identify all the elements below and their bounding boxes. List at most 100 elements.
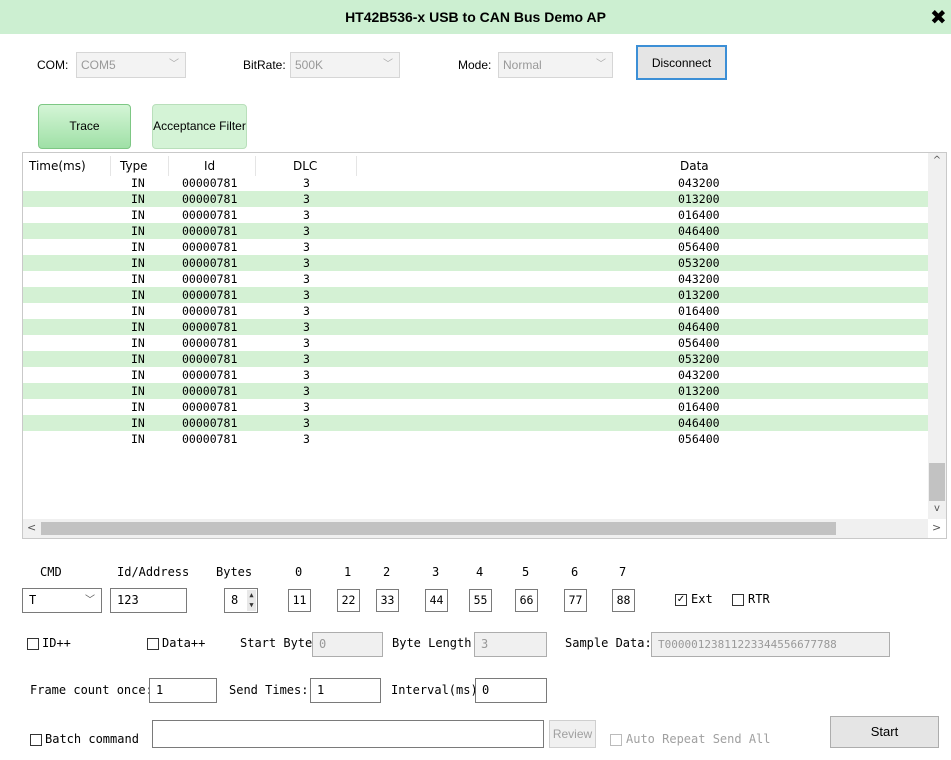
frame-count-input[interactable]: 1 (149, 678, 217, 703)
byte-length-input[interactable]: 3 (474, 632, 547, 657)
review-button[interactable]: Review (549, 720, 596, 748)
cell-dlc: 3 (303, 288, 310, 302)
bitrate-select[interactable]: 500K ﹀ (290, 52, 400, 78)
send-times-input[interactable]: 1 (310, 678, 381, 703)
table-row[interactable]: IN 00000781 3 013200 (23, 191, 928, 207)
cell-id: 00000781 (182, 272, 238, 286)
close-icon[interactable]: ✖ (930, 7, 947, 27)
table-row[interactable]: IN 00000781 3 016400 (23, 303, 928, 319)
table-row[interactable]: IN 00000781 3 056400 (23, 335, 928, 351)
cell-type: IN (131, 288, 145, 302)
rtr-label: RTR (748, 592, 770, 606)
cell-type: IN (131, 272, 145, 286)
cell-dlc: 3 (303, 400, 310, 414)
id-increment-checkbox[interactable] (27, 638, 39, 650)
table-row[interactable]: IN 00000781 3 043200 (23, 175, 928, 191)
cmd-label: CMD (40, 565, 62, 579)
byte-input-4[interactable]: 55 (469, 589, 492, 612)
vertical-scroll-thumb[interactable] (929, 463, 945, 501)
ext-checkbox[interactable]: ✓ (675, 594, 687, 606)
cell-type: IN (131, 192, 145, 206)
com-select[interactable]: COM5 ﹀ (76, 52, 186, 78)
send-times-label: Send Times: (229, 683, 309, 697)
chevron-down-icon: ﹀ (383, 59, 393, 70)
cell-id: 00000781 (182, 384, 238, 398)
mode-value: Normal (503, 58, 542, 72)
rtr-checkbox[interactable] (732, 594, 744, 606)
interval-label: Interval(ms): (391, 683, 485, 697)
vertical-scrollbar[interactable]: ^ v (928, 153, 946, 519)
cell-id: 00000781 (182, 176, 238, 190)
cmd-select[interactable]: T ﹀ (22, 588, 102, 613)
cell-dlc: 3 (303, 208, 310, 222)
cell-id: 00000781 (182, 400, 238, 414)
byte-input-0[interactable]: 11 (288, 589, 311, 612)
scroll-left-icon[interactable]: < (27, 521, 36, 534)
cell-id: 00000781 (182, 336, 238, 350)
table-row[interactable]: IN 00000781 3 013200 (23, 287, 928, 303)
table-row[interactable]: IN 00000781 3 056400 (23, 239, 928, 255)
tab-trace[interactable]: Trace (38, 104, 131, 149)
byte-input-7[interactable]: 88 (612, 589, 635, 612)
chevron-down-icon: ﹀ (169, 59, 179, 70)
id-address-input[interactable]: 123 (110, 588, 187, 613)
auto-repeat-checkbox[interactable] (610, 734, 622, 746)
horizontal-scrollbar[interactable]: < (23, 519, 928, 538)
spinner-arrows-icon[interactable]: ▲ ▼ (247, 590, 256, 611)
cell-type: IN (131, 432, 145, 446)
cell-id: 00000781 (182, 240, 238, 254)
byte-header-5: 5 (522, 565, 530, 579)
horizontal-scroll-thumb[interactable] (41, 522, 836, 535)
cell-id: 00000781 (182, 288, 238, 302)
disconnect-button[interactable]: Disconnect (636, 45, 727, 80)
cell-dlc: 3 (303, 224, 310, 238)
byte-input-3[interactable]: 44 (425, 589, 448, 612)
table-row[interactable]: IN 00000781 3 046400 (23, 319, 928, 335)
bytes-stepper[interactable]: 8 ▲ ▼ (224, 588, 258, 613)
cell-id: 00000781 (182, 304, 238, 318)
table-row[interactable]: IN 00000781 3 043200 (23, 367, 928, 383)
byte-input-1[interactable]: 22 (337, 589, 360, 612)
cell-id: 00000781 (182, 352, 238, 366)
cell-type: IN (131, 208, 145, 222)
cell-dlc: 3 (303, 240, 310, 254)
cell-id: 00000781 (182, 256, 238, 270)
table-row[interactable]: IN 00000781 3 053200 (23, 351, 928, 367)
interval-input[interactable]: 0 (475, 678, 547, 703)
trace-table[interactable]: Time(ms) Type Id DLC Data IN 00000781 3 043… (22, 152, 947, 539)
scroll-right-icon[interactable]: > (932, 521, 941, 534)
table-row[interactable]: IN 00000781 3 056400 (23, 431, 928, 447)
cell-type: IN (131, 224, 145, 238)
chevron-down-icon: ﹀ (596, 59, 606, 70)
sample-data-field: T00000123811223344556677788 (651, 632, 890, 657)
cell-id: 00000781 (182, 192, 238, 206)
table-row[interactable]: IN 00000781 3 046400 (23, 415, 928, 431)
cell-dlc: 3 (303, 256, 310, 270)
scroll-down-icon[interactable]: v (928, 503, 946, 514)
start-button[interactable]: Start (830, 716, 939, 748)
table-row[interactable]: IN 00000781 3 016400 (23, 207, 928, 223)
start-byte-input[interactable]: 0 (312, 632, 383, 657)
byte-header-7: 7 (619, 565, 627, 579)
mode-select[interactable]: Normal ﹀ (498, 52, 613, 78)
cell-type: IN (131, 256, 145, 270)
table-row[interactable]: IN 00000781 3 013200 (23, 383, 928, 399)
table-row[interactable]: IN 00000781 3 016400 (23, 399, 928, 415)
auto-repeat-label: Auto Repeat Send All (626, 732, 771, 746)
cell-dlc: 3 (303, 304, 310, 318)
cell-data: 053200 (678, 352, 720, 366)
table-row[interactable]: IN 00000781 3 046400 (23, 223, 928, 239)
byte-input-2[interactable]: 33 (376, 589, 399, 612)
tab-acceptance-filter[interactable]: Acceptance Filter (152, 104, 247, 149)
cell-dlc: 3 (303, 272, 310, 286)
cell-data: 046400 (678, 320, 720, 334)
byte-input-6[interactable]: 77 (564, 589, 587, 612)
table-row[interactable]: IN 00000781 3 053200 (23, 255, 928, 271)
byte-input-5[interactable]: 66 (515, 589, 538, 612)
scroll-up-icon[interactable]: ^ (928, 155, 946, 166)
cell-data: 016400 (678, 400, 720, 414)
table-row[interactable]: IN 00000781 3 043200 (23, 271, 928, 287)
data-increment-checkbox[interactable] (147, 638, 159, 650)
batch-command-input[interactable] (152, 720, 544, 748)
batch-command-checkbox[interactable] (30, 734, 42, 746)
